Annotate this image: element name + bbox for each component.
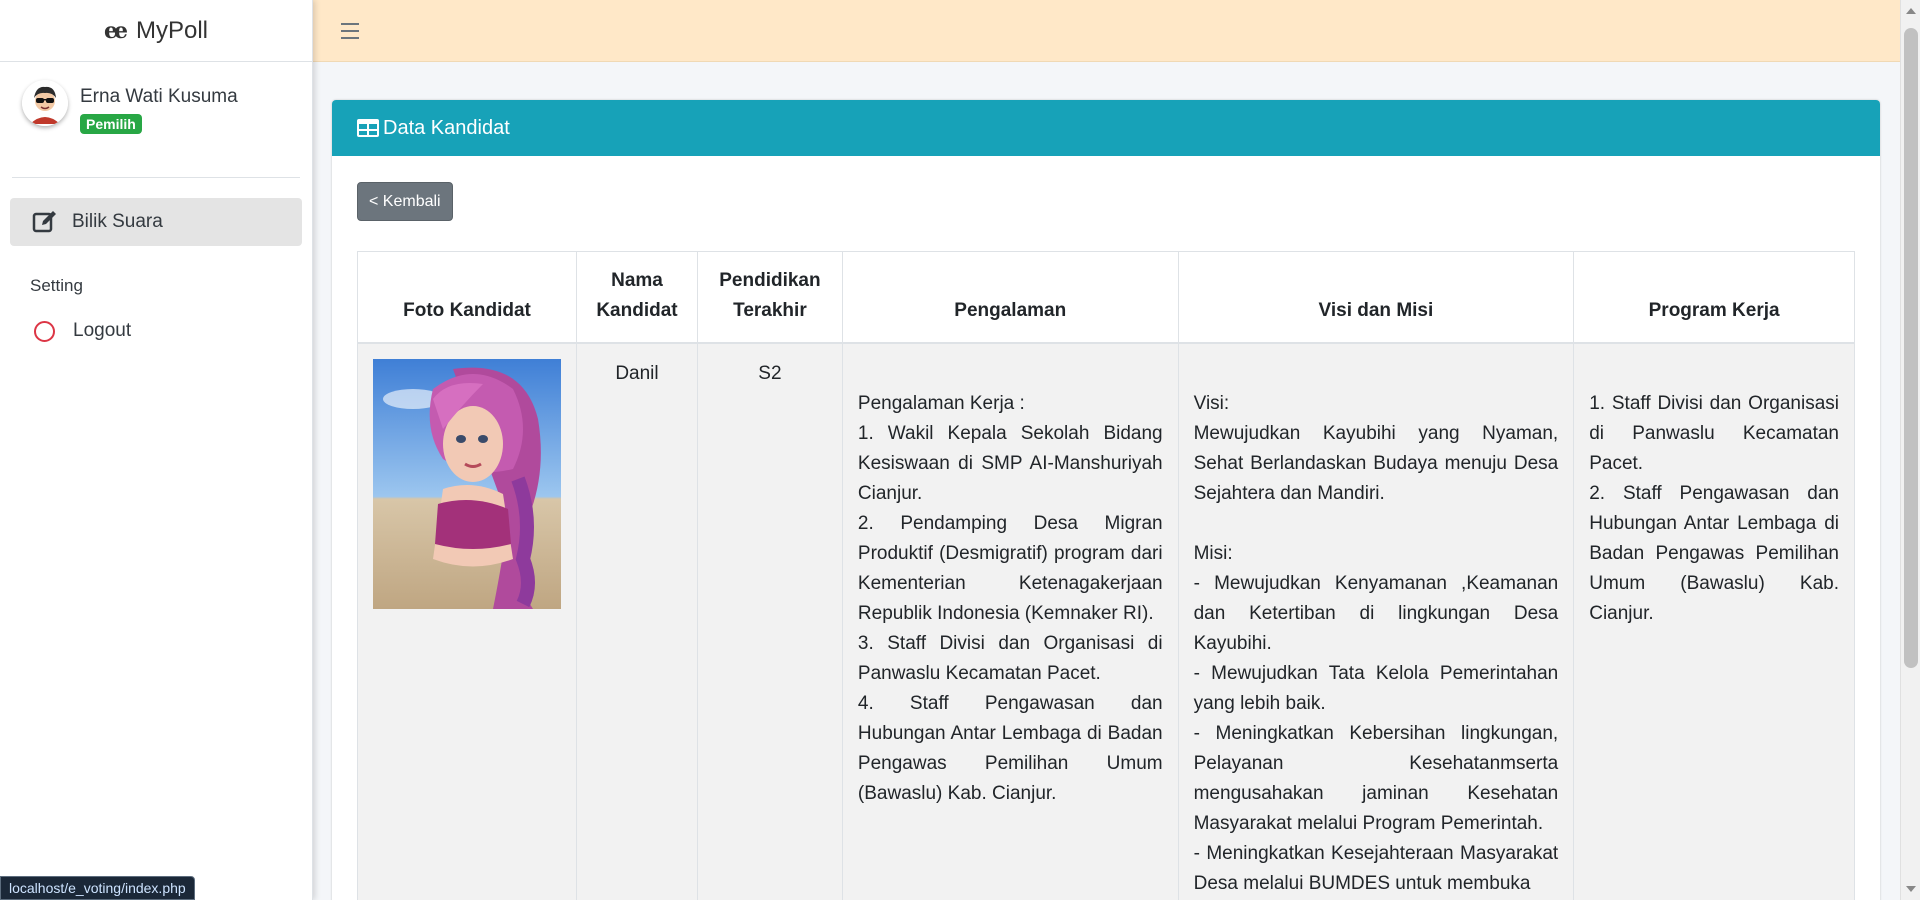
col-visi-misi: Visi dan Misi <box>1177 251 1575 344</box>
nav-header-setting: Setting <box>30 276 83 295</box>
logout-label: Logout <box>73 320 132 341</box>
brand[interactable]: ee MyPoll <box>0 0 312 62</box>
sidebar-item-logout[interactable]: Logout <box>10 314 302 348</box>
col-program-kerja: Program Kerja <box>1573 251 1855 344</box>
circle-icon <box>34 320 55 342</box>
brand-name: MyPoll <box>135 16 208 44</box>
avatar-icon <box>22 80 68 126</box>
card-title: Data Kandidat <box>383 116 510 139</box>
table-icon <box>357 119 379 137</box>
cell-visi-misi: Visi: Mewujudkan Kayubihi yang Nyaman, S… <box>1177 342 1575 900</box>
back-button[interactable]: < Kembali <box>357 182 453 221</box>
brand-logo: ee <box>103 17 128 44</box>
cell-program-kerja: 1. Staff Divisi dan Organisasi di Panwas… <box>1573 342 1855 900</box>
scroll-down-icon[interactable] <box>1906 886 1916 892</box>
avatar[interactable] <box>22 80 68 126</box>
scroll-up-icon[interactable] <box>1906 8 1916 14</box>
candidate-table: Foto Kandidat Nama Kandidat Pendidikan T… <box>357 251 1855 900</box>
cell-nama: Danil <box>576 342 698 900</box>
sidebar: ee MyPoll Erna Wati Kusuma Pemilih Bilik… <box>0 0 313 900</box>
status-url: localhost/e_voting/index.php <box>0 876 195 900</box>
role-badge: Pemilih <box>80 114 142 134</box>
sidebar-item-bilik-suara[interactable]: Bilik Suara <box>10 198 302 246</box>
col-pendidikan-terakhir: Pendidikan Terakhir <box>696 251 843 344</box>
col-foto-kandidat: Foto Kandidat <box>357 251 577 344</box>
table-row: Danil S2 Pengalaman Kerja : 1. Wakil Kep… <box>357 342 1855 900</box>
cell-pengalaman: Pengalaman Kerja : 1. Wakil Kepala Sekol… <box>841 342 1179 900</box>
candidate-card: Data Kandidat < Kembali Foto Kandidat Na… <box>332 100 1880 900</box>
candidate-photo[interactable] <box>373 358 561 609</box>
page-scrollbar[interactable] <box>1900 0 1920 900</box>
col-pengalaman: Pengalaman <box>841 251 1179 344</box>
card-header: Data Kandidat <box>332 100 1880 156</box>
user-panel: Erna Wati Kusuma Pemilih <box>12 62 300 178</box>
user-name[interactable]: Erna Wati Kusuma <box>80 86 238 108</box>
table-header-row: Foto Kandidat Nama Kandidat Pendidikan T… <box>357 251 1855 344</box>
scrollbar-thumb[interactable] <box>1904 28 1918 668</box>
cell-pendidikan: S2 <box>696 342 843 900</box>
col-nama-kandidat: Nama Kandidat <box>576 251 698 344</box>
top-navbar <box>313 0 1900 62</box>
sidebar-item-label: Bilik Suara <box>72 211 163 232</box>
edit-icon <box>32 211 56 233</box>
cell-foto <box>357 342 577 900</box>
menu-toggle-icon[interactable] <box>341 22 359 39</box>
